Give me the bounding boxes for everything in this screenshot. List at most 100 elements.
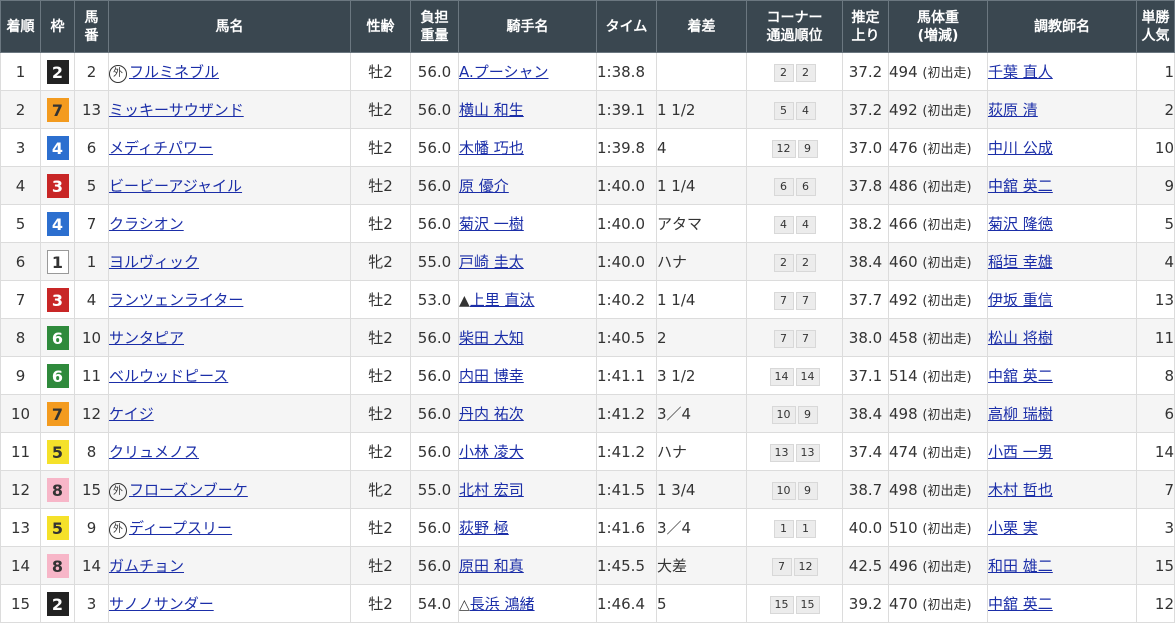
header-sex-age[interactable]: 性齢 [350,0,411,53]
trainer-name-link[interactable]: 小西 一男 [989,443,1053,461]
header-umaban[interactable]: 馬 番 [74,0,109,53]
sex-age: 牡2 [368,557,393,575]
weight-diff: (初出走) [922,370,972,385]
header-last3f[interactable]: 推定 上り [842,0,889,53]
umaban: 11 [81,366,102,385]
corner-cell: 11 [746,508,843,547]
horse-name-link[interactable]: フルミネブル [129,63,219,81]
jockey-name-link[interactable]: 戸崎 圭太 [460,253,524,271]
corner-position: 5 [773,101,794,120]
trainer-name-link[interactable]: 稲垣 幸雄 [989,253,1053,271]
rank-cell: 14 [0,546,41,585]
jockey-name-link[interactable]: 内田 博幸 [460,367,524,385]
trainer-name-link[interactable]: 千葉 直人 [989,63,1053,81]
weight-cell: 53.0 [410,280,459,319]
race-time: 1:40.2 [597,290,646,309]
corner-position: 6 [773,177,794,196]
trainer-name-link[interactable]: 小栗 実 [989,519,1038,537]
header-horse-name[interactable]: 馬名 [108,0,351,53]
trainer-name-link[interactable]: 荻原 清 [989,101,1038,119]
race-time: 1:40.0 [597,176,646,195]
header-waku[interactable]: 枠 [40,0,75,53]
jockey-cell: △長浜 鴻緒 [458,584,597,623]
body-weight-cell: 486 (初出走) [888,166,988,205]
jockey-name-link[interactable]: 北村 宏司 [460,481,524,499]
race-time: 1:41.5 [597,480,646,499]
jockey-name-link[interactable]: 荻野 極 [460,519,509,537]
umaban-cell: 1 [74,242,109,281]
header-corner[interactable]: コーナー 通過順位 [746,0,843,53]
race-time: 1:41.1 [597,366,646,385]
horse-name-link[interactable]: ディープスリー [129,519,232,537]
jockey-name-link[interactable]: 小林 凌大 [460,443,524,461]
horse-name-link[interactable]: ミッキーサウザンド [110,101,244,119]
jockey-cell: 木幡 巧也 [458,128,597,167]
trainer-name-link[interactable]: 高柳 瑞樹 [989,405,1053,423]
waku-cell: 4 [40,204,75,243]
horse-name-link[interactable]: ランツェンライター [110,291,244,309]
header-jockey[interactable]: 騎手名 [458,0,597,53]
trainer-name-link[interactable]: 木村 哲也 [989,481,1053,499]
trainer-name-link[interactable]: 中舘 英二 [989,177,1053,195]
weight-diff: (初出走) [922,560,972,575]
body-weight-cell: 496 (初出走) [888,546,988,585]
weight-cell: 56.0 [410,546,459,585]
trainer-name-link[interactable]: 中舘 英二 [989,367,1053,385]
horse-name-link[interactable]: メディチパワー [110,139,213,157]
header-rank[interactable]: 着順 [0,0,41,53]
popularity-cell: 5 [1136,204,1175,243]
horse-name-link[interactable]: クリュメノス [110,443,200,461]
horse-name-link[interactable]: クラシオン [110,215,184,233]
jockey-name-link[interactable]: 木幡 巧也 [460,139,524,157]
corner-position: 2 [795,63,816,82]
horse-name-link[interactable]: フローズンブーケ [129,481,248,499]
horse-name-link[interactable]: サノノサンダー [110,595,214,613]
body-weight: 510 [889,519,918,537]
corner-position: 9 [797,481,818,500]
header-body-weight[interactable]: 馬体重 (増減) [888,0,988,53]
popularity-cell: 10 [1136,128,1175,167]
table-row: 13 5 9 外ディープスリー 牡2 56.0 荻野 極 1:41.6 3／4 … [0,508,1175,547]
jockey-name-link[interactable]: 丹内 祐次 [460,405,524,423]
jockey-name-link[interactable]: 菊沢 一樹 [460,215,524,233]
last3f-cell: 42.5 [842,546,889,585]
jockey-name-link[interactable]: 柴田 大知 [460,329,524,347]
last3f: 38.2 [848,214,883,233]
header-popularity[interactable]: 単勝 人気 [1136,0,1175,53]
sex-age-cell: 牡2 [350,584,411,623]
jockey-name-link[interactable]: 上里 直汰 [470,291,535,309]
trainer-name-link[interactable]: 中舘 英二 [989,595,1053,613]
rank: 8 [15,328,26,347]
header-time[interactable]: タイム [596,0,657,53]
jockey-name-link[interactable]: 原田 和真 [460,557,524,575]
trainer-name-link[interactable]: 伊坂 重信 [989,291,1053,309]
jockey-name-link[interactable]: A.プーシャン [460,63,549,81]
jockey-cell: A.プーシャン [458,52,597,91]
jockey-name-link[interactable]: 長浜 鴻緒 [470,595,535,613]
popularity-cell: 4 [1136,242,1175,281]
horse-name-link[interactable]: ベルウッドピース [110,367,229,385]
horse-name-link[interactable]: ケイジ [110,405,154,423]
jockey-name-link[interactable]: 横山 和生 [460,101,524,119]
horse-name-link[interactable]: ビービーアジャイル [110,177,243,195]
trainer-name-link[interactable]: 中川 公成 [989,139,1053,157]
jockey-name-link[interactable]: 原 優介 [460,177,509,195]
popularity-cell: 15 [1136,546,1175,585]
header-trainer[interactable]: 調教師名 [987,0,1137,53]
trainer-name-link[interactable]: 菊沢 隆徳 [989,215,1053,233]
trainer-name-link[interactable]: 和田 雄二 [989,557,1053,575]
trainer-name-link[interactable]: 松山 将樹 [989,329,1053,347]
header-margin[interactable]: 着差 [656,0,747,53]
horse-name-link[interactable]: ヨルヴィック [110,253,200,271]
horse-name-link[interactable]: サンタピア [110,329,185,347]
results-header: 着順 枠 馬 番 馬名 性齢 負担 重量 騎手名 タイム 着差 コーナー 通過順… [0,0,1175,53]
umaban: 5 [86,176,97,195]
waku-cell: 1 [40,242,75,281]
waku-badge: 6 [46,325,69,350]
header-weight[interactable]: 負担 重量 [410,0,459,53]
body-weight-cell: 492 (初出走) [888,280,988,319]
horse-name-link[interactable]: ガムチョン [110,557,185,575]
weight-diff: (初出走) [922,484,972,499]
time-cell: 1:41.2 [596,432,657,471]
time-cell: 1:40.0 [596,242,657,281]
